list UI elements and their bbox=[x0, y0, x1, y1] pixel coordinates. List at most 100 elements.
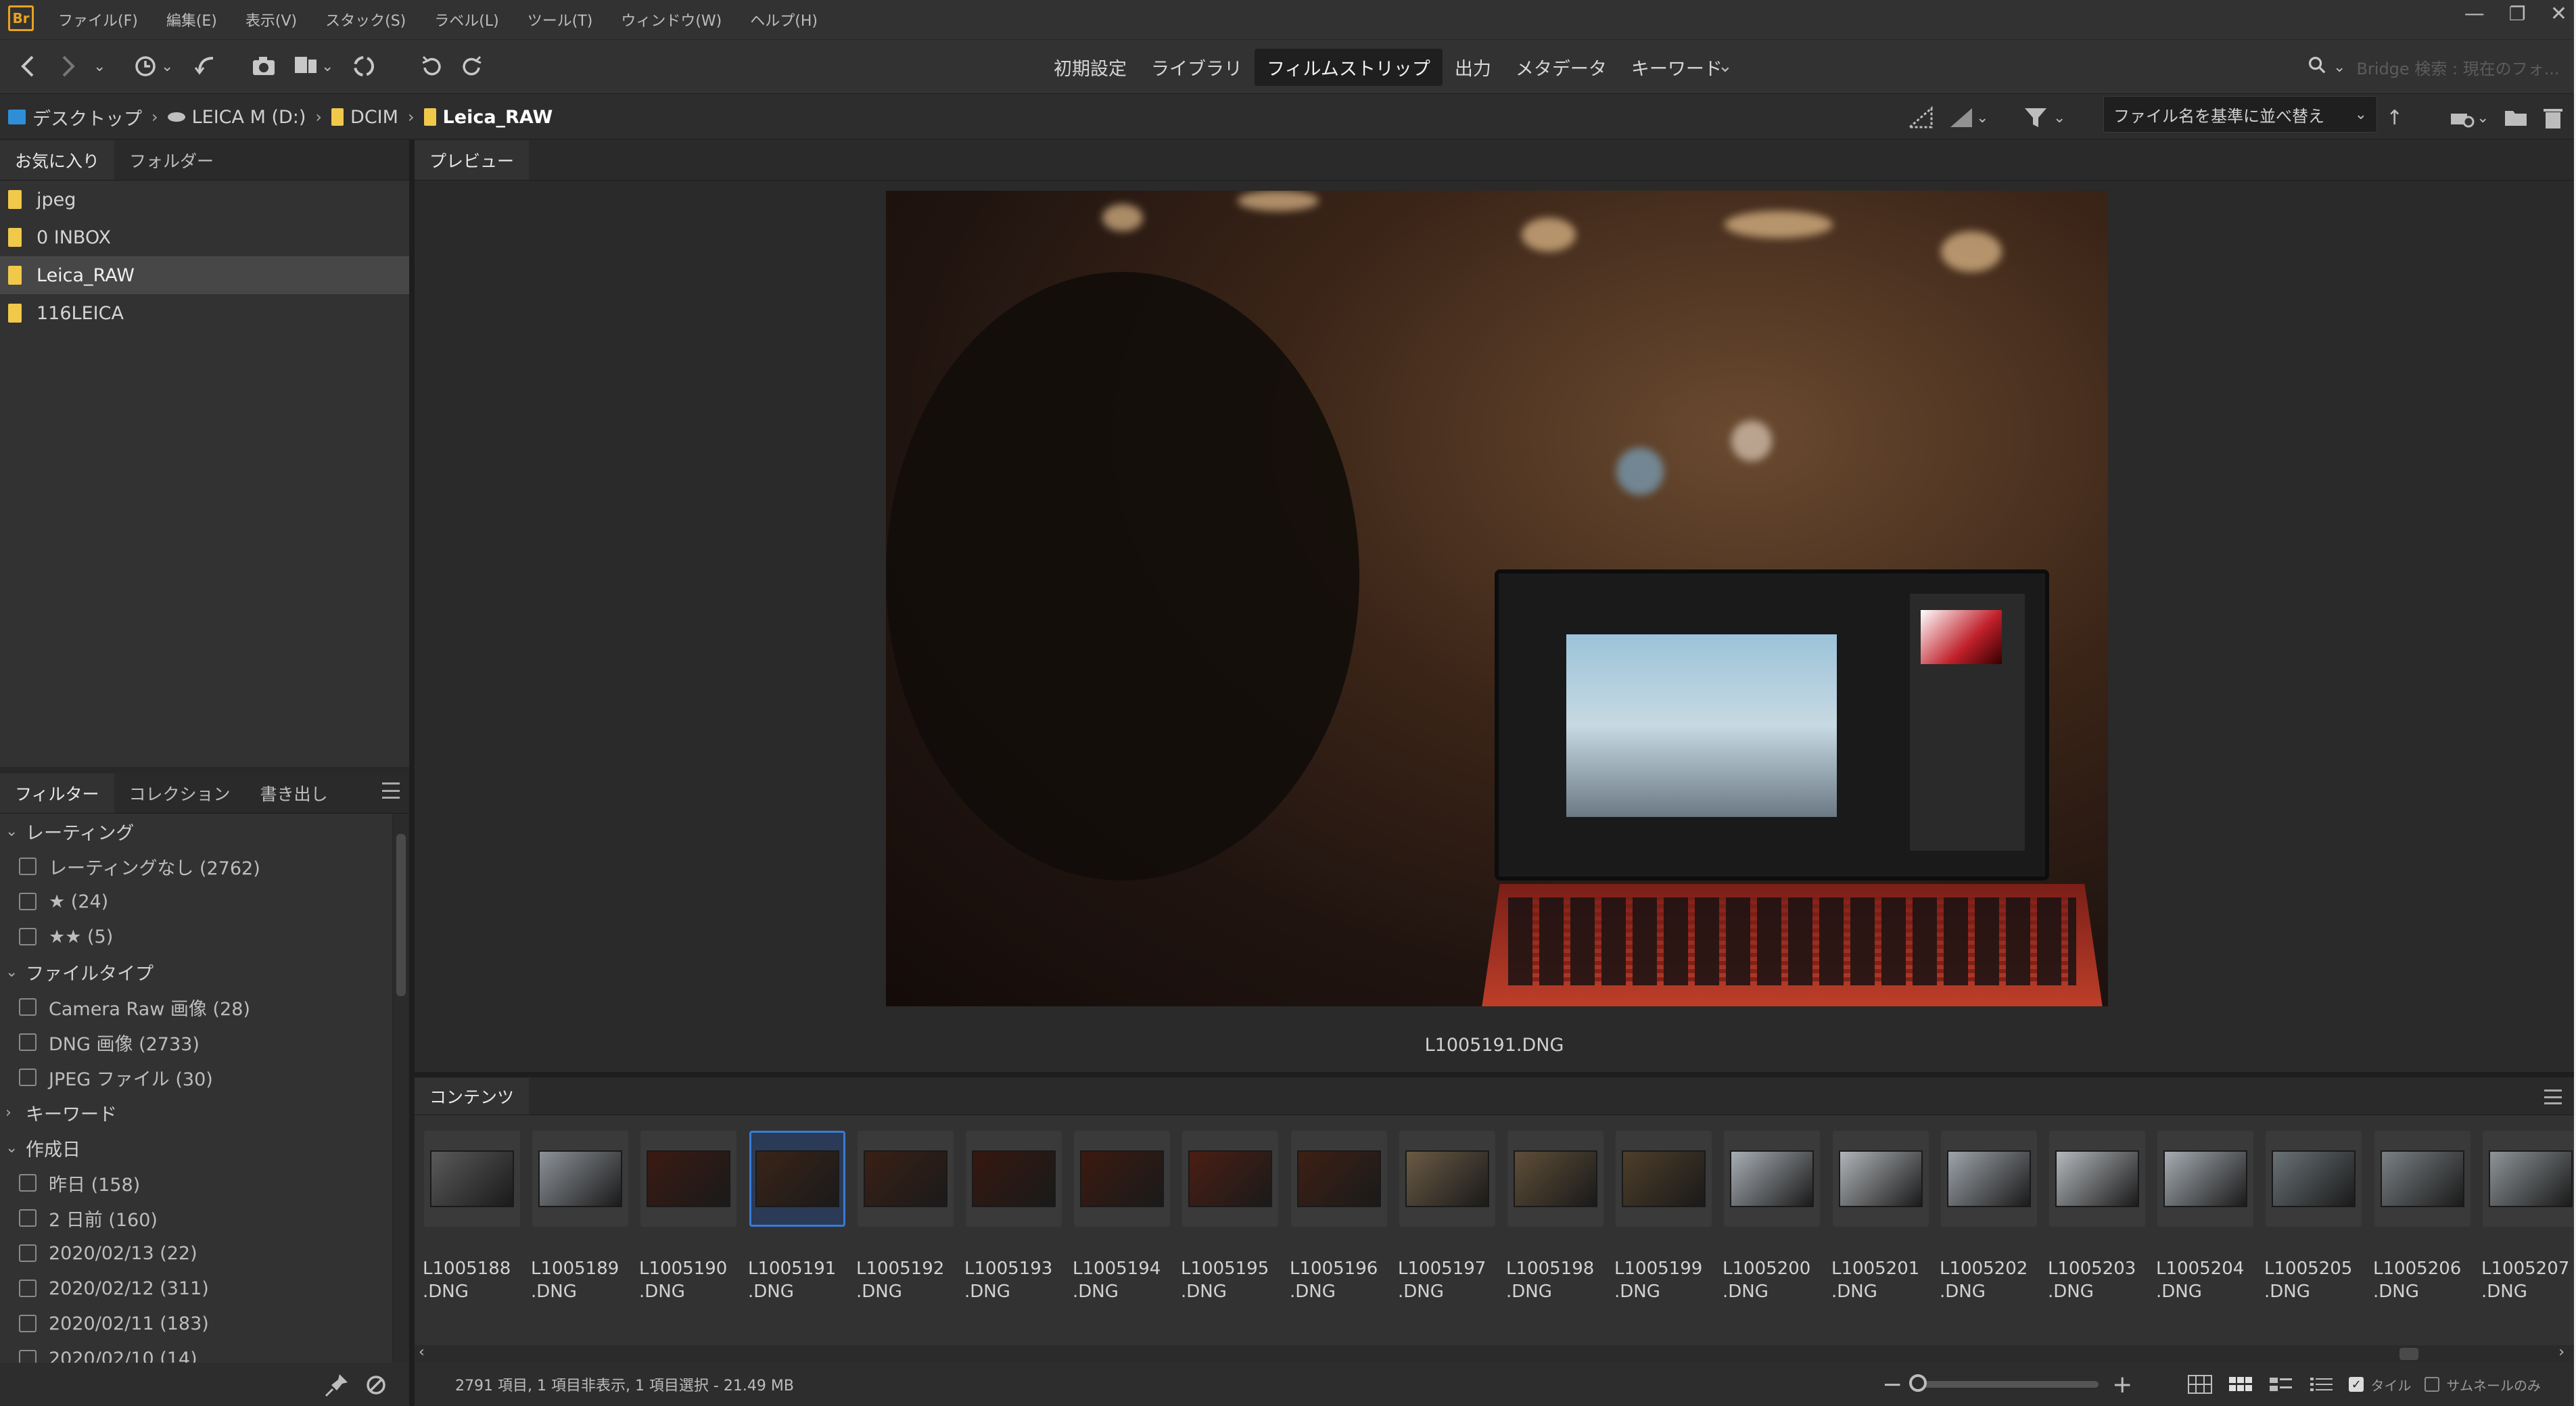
recent-icon[interactable] bbox=[132, 51, 159, 82]
favorite-item[interactable]: jpeg bbox=[0, 181, 409, 218]
open-recent-dropdown-icon[interactable]: ⌄ bbox=[2477, 102, 2489, 133]
scroll-left-icon[interactable]: ‹ bbox=[419, 1344, 425, 1361]
tab-favorites[interactable]: お気に入り bbox=[0, 141, 115, 180]
filmstrip-thumbnail[interactable] bbox=[2483, 1131, 2574, 1227]
rotate-right-icon[interactable] bbox=[459, 51, 486, 82]
thumbnail-size-slider[interactable] bbox=[1909, 1374, 2099, 1392]
workspace-tab[interactable]: ライブラリ bbox=[1139, 49, 1255, 86]
tab-folders[interactable]: フォルダー bbox=[114, 141, 229, 180]
workspace-tab[interactable]: フィルムストリップ bbox=[1255, 48, 1443, 86]
scroll-right-icon[interactable]: › bbox=[2558, 1344, 2565, 1361]
filmstrip-thumbnail[interactable] bbox=[2049, 1131, 2145, 1227]
minimize-button[interactable]: — bbox=[2464, 2, 2485, 26]
filmstrip-thumbnail[interactable] bbox=[2266, 1131, 2362, 1227]
search-input[interactable]: Bridge 検索 : 現在のフォ... bbox=[2356, 55, 2559, 79]
favorite-item[interactable]: 116LEICA bbox=[0, 294, 409, 332]
zoom-in-icon[interactable]: + bbox=[2112, 1371, 2132, 1399]
recent-dropdown-icon[interactable]: ⌄ bbox=[161, 51, 173, 82]
checkbox[interactable] bbox=[19, 858, 37, 875]
quality-icon[interactable] bbox=[1907, 102, 1934, 133]
workspace-more-icon[interactable]: ⌄ bbox=[1718, 51, 1733, 82]
sort-ascending-icon[interactable]: ↑ bbox=[2386, 102, 2403, 133]
filmstrip-thumbnail[interactable] bbox=[1399, 1131, 1495, 1227]
filter-item[interactable]: 昨日 (158) bbox=[0, 1165, 392, 1200]
close-button[interactable]: ✕ bbox=[2550, 2, 2567, 26]
history-dropdown-icon[interactable]: ⌄ bbox=[93, 51, 106, 82]
filmstrip-thumbnail[interactable] bbox=[532, 1131, 628, 1227]
filmstrip-thumbnail[interactable] bbox=[1182, 1131, 1278, 1227]
camera-import-icon[interactable] bbox=[250, 51, 277, 82]
filter-panel-menu-icon[interactable] bbox=[382, 782, 400, 799]
preview-image[interactable] bbox=[886, 191, 2108, 1006]
menu-item[interactable]: ファイル(F) bbox=[58, 9, 138, 30]
checkbox[interactable] bbox=[19, 1315, 37, 1332]
quality-dropdown-icon[interactable]: ⌄ bbox=[1976, 102, 1988, 133]
filter-section-header[interactable]: › キーワード bbox=[0, 1095, 392, 1130]
filter-section-header[interactable]: ⌄ ファイルタイプ bbox=[0, 954, 392, 989]
quality-options-icon[interactable] bbox=[1948, 102, 1975, 133]
new-folder-icon[interactable] bbox=[2502, 102, 2529, 133]
menu-item[interactable]: ツール(T) bbox=[528, 9, 593, 30]
panel-divider[interactable] bbox=[409, 140, 415, 1406]
filter-item[interactable]: 2 日前 (160) bbox=[0, 1200, 392, 1236]
tab-export[interactable]: 書き出し bbox=[245, 774, 343, 813]
filmstrip-thumbnail[interactable] bbox=[1507, 1131, 1603, 1227]
scrollbar-thumb[interactable] bbox=[396, 834, 406, 996]
search-box[interactable]: ⌄ Bridge 検索 : 現在のフォ... bbox=[2306, 49, 2567, 85]
restore-button[interactable]: ❐ bbox=[2509, 3, 2526, 25]
filter-icon[interactable] bbox=[2022, 102, 2049, 133]
tab-preview[interactable]: プレビュー bbox=[415, 141, 530, 180]
filmstrip-thumbnail[interactable] bbox=[424, 1131, 520, 1227]
filter-item[interactable]: 2020/02/10 (14) bbox=[0, 1341, 392, 1363]
filmstrip-thumbnail[interactable] bbox=[2374, 1131, 2470, 1227]
workspace-tab[interactable]: メタデータ bbox=[1503, 49, 1619, 86]
zoom-out-icon[interactable]: − bbox=[1882, 1371, 1902, 1399]
tab-filter[interactable]: フィルター bbox=[0, 774, 114, 813]
filter-item[interactable]: 2020/02/11 (183) bbox=[0, 1306, 392, 1341]
menu-item[interactable]: 編集(E) bbox=[166, 9, 217, 30]
workspace-tab[interactable]: 出力 bbox=[1443, 49, 1503, 86]
filmstrip-thumbnail[interactable] bbox=[2157, 1131, 2253, 1227]
filter-item[interactable]: Camera Raw 画像 (28) bbox=[0, 989, 392, 1025]
crumb-dcim[interactable]: DCIM bbox=[331, 107, 398, 128]
filter-item[interactable]: ★ (24) bbox=[0, 884, 392, 919]
view-thumbnails-icon[interactable] bbox=[2227, 1374, 2254, 1395]
crumb-drive[interactable]: LEICA M (D:) bbox=[167, 107, 306, 128]
filmstrip-thumbnail[interactable] bbox=[1074, 1131, 1170, 1227]
return-icon[interactable] bbox=[193, 51, 220, 82]
view-list-icon[interactable] bbox=[2308, 1374, 2335, 1395]
checkbox[interactable] bbox=[19, 1350, 37, 1363]
filter-dropdown-icon[interactable]: ⌄ bbox=[2053, 102, 2065, 133]
checkbox[interactable] bbox=[19, 1069, 37, 1086]
menu-item[interactable]: ラベル(L) bbox=[434, 9, 498, 30]
filmstrip-thumbnail[interactable] bbox=[1616, 1131, 1712, 1227]
checkbox[interactable] bbox=[19, 1244, 37, 1262]
menu-item[interactable]: スタック(S) bbox=[325, 9, 406, 30]
scrollbar-thumb[interactable] bbox=[2399, 1348, 2418, 1360]
checkbox[interactable] bbox=[19, 1033, 37, 1051]
tab-content[interactable]: コンテンツ bbox=[415, 1078, 530, 1115]
filter-scrollbar[interactable] bbox=[394, 814, 408, 1363]
filmstrip-thumbnail[interactable] bbox=[640, 1131, 736, 1227]
photo-downloader-icon[interactable] bbox=[350, 51, 377, 82]
content-divider[interactable] bbox=[415, 1072, 2574, 1077]
favorite-item[interactable]: 0 INBOX bbox=[0, 218, 409, 256]
view-details-icon[interactable] bbox=[2268, 1374, 2295, 1395]
filmstrip-thumbnail[interactable] bbox=[749, 1131, 845, 1227]
rotate-left-icon[interactable] bbox=[418, 51, 445, 82]
checkbox[interactable] bbox=[19, 998, 37, 1016]
back-icon[interactable] bbox=[15, 51, 42, 82]
filmstrip-thumbnail[interactable] bbox=[1291, 1131, 1387, 1227]
sort-dropdown[interactable]: ファイル名を基準に並べ替え ⌄ bbox=[2103, 96, 2377, 133]
filmstrip-thumbnail[interactable] bbox=[858, 1131, 954, 1227]
checkbox[interactable] bbox=[19, 928, 37, 945]
menu-item[interactable]: ヘルプ(H) bbox=[750, 9, 818, 30]
filmstrip-scrollbar[interactable]: ‹ › bbox=[415, 1344, 2574, 1363]
menu-item[interactable]: 表示(V) bbox=[245, 9, 297, 30]
filmstrip-thumbnail[interactable] bbox=[1724, 1131, 1820, 1227]
favorite-item[interactable]: Leica_RAW bbox=[0, 256, 409, 294]
checkbox[interactable] bbox=[19, 1174, 37, 1192]
filter-item[interactable]: 2020/02/13 (22) bbox=[0, 1236, 392, 1271]
tab-collections[interactable]: コレクション bbox=[114, 774, 245, 813]
refine-dropdown-icon[interactable]: ⌄ bbox=[321, 51, 333, 82]
